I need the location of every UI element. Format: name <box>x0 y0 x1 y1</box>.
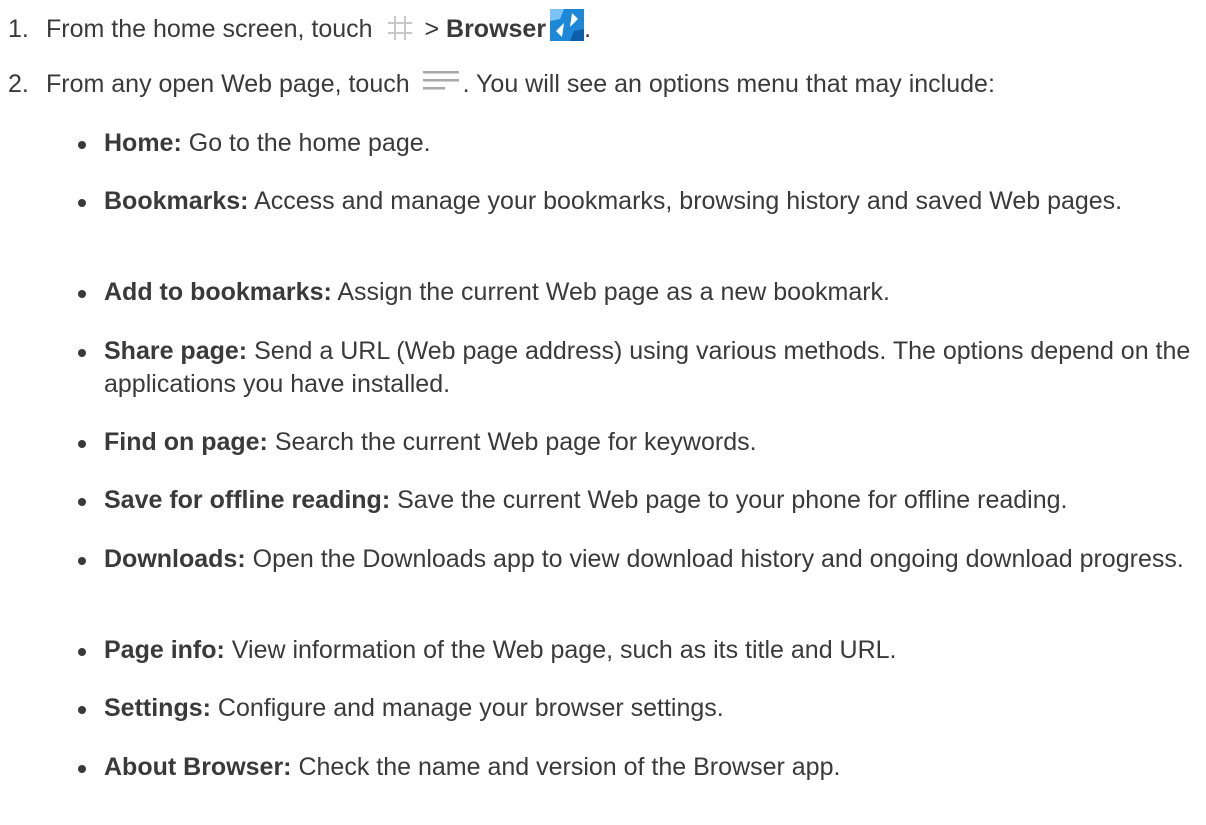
option-description: View information of the Web page, such a… <box>231 636 897 664</box>
bullet <box>78 706 86 714</box>
bullet <box>78 141 86 149</box>
option-name: Share page: <box>104 337 248 365</box>
step-2: 2. From any open Web page, touch . You wi… <box>8 67 995 101</box>
step-text: From the home screen, touch <box>46 15 373 43</box>
option-share-page: Share page: Send a URL (Web page address… <box>78 335 1194 401</box>
option-about-browser: About Browser: Check the name and versio… <box>78 751 1194 784</box>
bullet <box>78 199 86 207</box>
option-description: Go to the home page. <box>188 129 431 157</box>
bullet <box>78 498 86 506</box>
bullet <box>78 290 86 298</box>
option-settings: Settings: Configure and manage your brow… <box>78 692 1194 725</box>
option-name: Downloads: <box>104 545 246 573</box>
option-description: Save the current Web page to your phone … <box>397 486 1068 514</box>
step-1: 1. From the home screen, touch > Browser … <box>8 9 591 46</box>
option-name: Find on page: <box>104 428 268 456</box>
option-description: Check the name and version of the Browse… <box>298 753 841 781</box>
browser-app-icon <box>550 9 585 41</box>
option-bookmarks: Bookmarks: Access and manage your bookma… <box>78 185 1194 218</box>
option-name: Page info: <box>104 636 225 664</box>
bullet <box>78 349 86 357</box>
option-description: Access and manage your bookmarks, browsi… <box>254 187 1123 215</box>
apps-grid-icon <box>386 14 414 42</box>
menu-icon <box>422 67 459 90</box>
option-name: Home: <box>104 129 182 157</box>
option-description: Send a URL (Web page address) using vari… <box>104 337 1191 398</box>
option-name: Settings: <box>104 694 211 722</box>
step-text-end: . <box>584 15 592 43</box>
option-description: Configure and manage your browser settin… <box>217 694 724 722</box>
option-add-to-bookmarks: Add to bookmarks: Assign the current Web… <box>78 276 1194 309</box>
browser-options-instructions: 1. From the home screen, touch > Browser … <box>0 0 1206 825</box>
option-home: Home: Go to the home page. <box>78 127 1194 160</box>
separator: > <box>424 15 440 43</box>
option-downloads: Downloads: Open the Downloads app to vie… <box>78 543 1194 576</box>
option-name: Save for offline reading: <box>104 486 391 514</box>
option-name: About Browser: <box>104 753 292 781</box>
step-number: 1. <box>8 15 29 43</box>
option-page-info: Page info: View information of the Web p… <box>78 634 1194 667</box>
bullet <box>78 765 86 773</box>
step-text-end: . You will see an options menu that may … <box>462 70 995 98</box>
bullet <box>78 648 86 656</box>
option-description: Assign the current Web page as a new boo… <box>337 278 890 306</box>
option-description: Open the Downloads app to view download … <box>252 545 1184 573</box>
browser-label: Browser <box>446 15 547 43</box>
step-number: 2. <box>8 70 29 98</box>
option-name: Add to bookmarks: <box>104 278 332 306</box>
option-save-for-offline-reading: Save for offline reading: Save the curre… <box>78 484 1194 517</box>
bullet <box>78 440 86 448</box>
step-text: From any open Web page, touch <box>46 70 410 98</box>
option-find-on-page: Find on page: Search the current Web pag… <box>78 426 1194 459</box>
bullet <box>78 557 86 565</box>
option-description: Search the current Web page for keywords… <box>274 428 757 456</box>
option-name: Bookmarks: <box>104 187 249 215</box>
